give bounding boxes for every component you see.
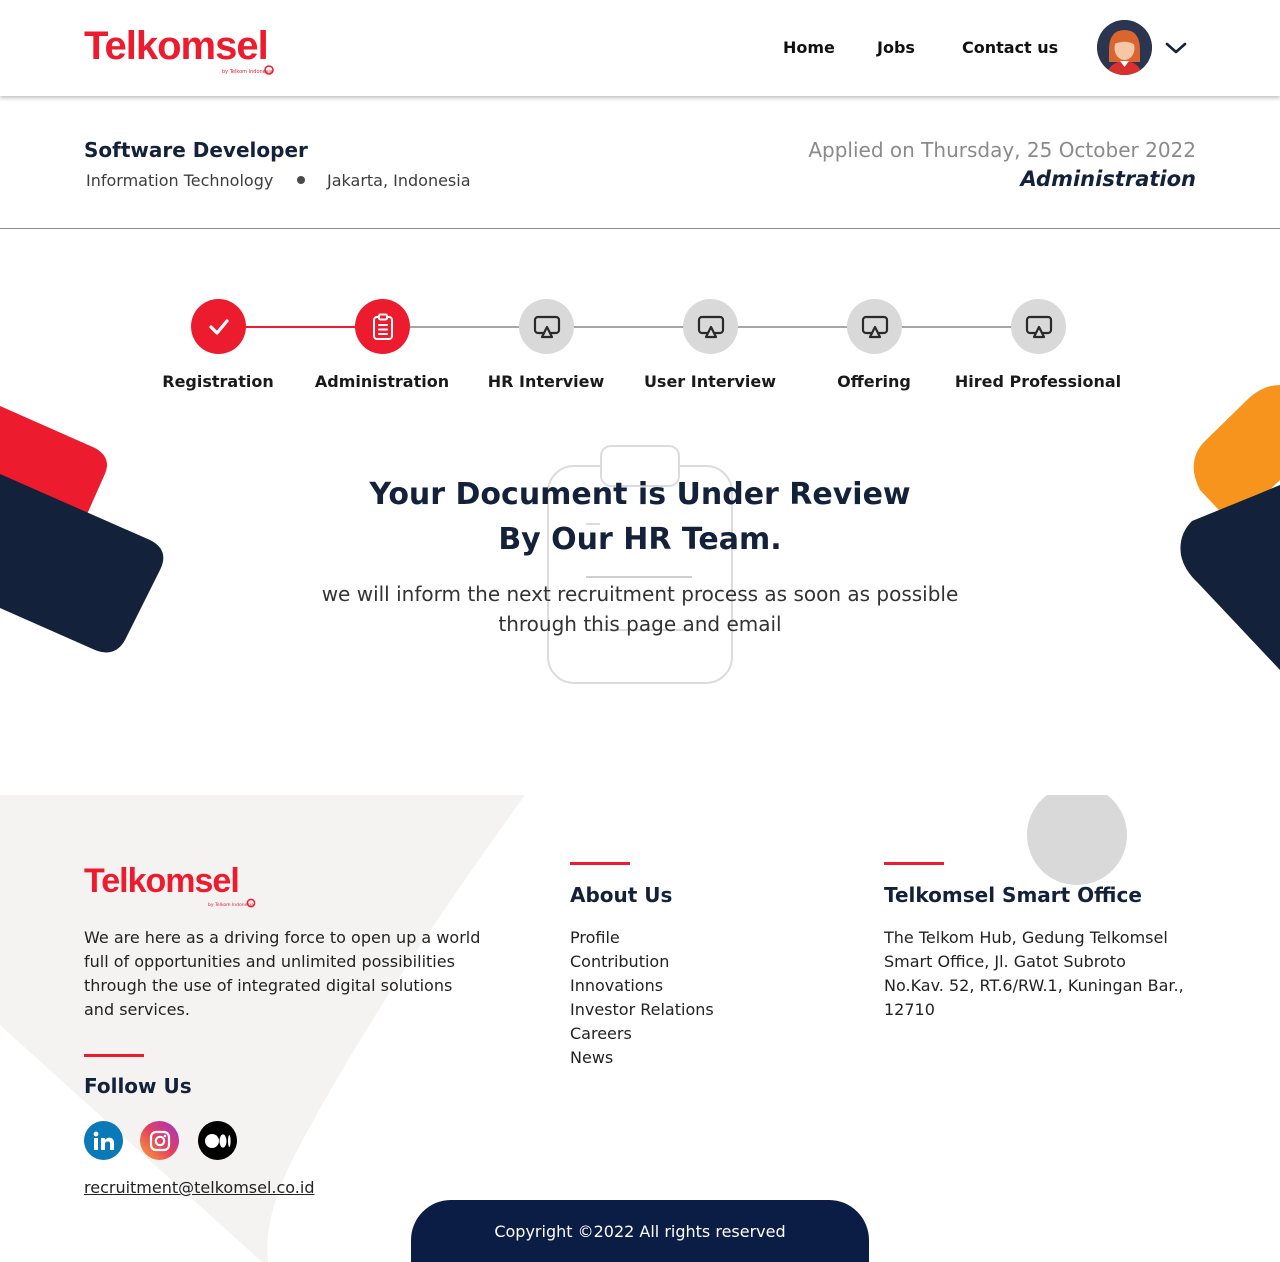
review-message-title-line1: Your Document is Under Review bbox=[369, 477, 911, 512]
current-stage: Administration bbox=[1020, 167, 1196, 191]
progress-line-done bbox=[246, 326, 356, 328]
step-label-registration: Registration bbox=[162, 372, 274, 391]
section-divider bbox=[0, 228, 1280, 229]
user-avatar[interactable] bbox=[1097, 20, 1152, 75]
step-user-interview bbox=[683, 299, 738, 354]
screen-cast-icon bbox=[1025, 315, 1052, 338]
step-registration bbox=[191, 299, 246, 354]
top-navigation-bar: Telkomsel by Telkom Indonesia Home Jobs … bbox=[0, 0, 1280, 96]
smart-office-heading: Telkomsel Smart Office bbox=[884, 883, 1142, 907]
footer-link-investor-relations[interactable]: Investor Relations bbox=[570, 1000, 714, 1019]
review-message-body-line2: through this page and email bbox=[498, 612, 782, 636]
step-label-user-interview: User Interview bbox=[643, 372, 777, 391]
about-us-heading: About Us bbox=[570, 883, 673, 907]
clipboard-icon bbox=[372, 313, 393, 340]
footer-logo-wordmark: Telkomsel bbox=[84, 862, 240, 900]
job-title: Software Developer bbox=[84, 138, 308, 162]
linkedin-icon[interactable] bbox=[84, 1121, 123, 1160]
copyright-text: Copyright ©2022 All rights reserved bbox=[494, 1221, 786, 1241]
nav-contact-us[interactable]: Contact us bbox=[962, 38, 1058, 57]
step-label-offering: Offering bbox=[837, 372, 911, 391]
separator-dot bbox=[297, 176, 305, 184]
follow-accent-bar bbox=[84, 1054, 144, 1057]
recruitment-email-link[interactable]: recruitment@telkomsel.co.id bbox=[84, 1178, 314, 1197]
screen-cast-icon bbox=[533, 315, 560, 338]
right-decorative-shapes bbox=[1180, 385, 1280, 670]
footer-link-careers[interactable]: Careers bbox=[570, 1024, 632, 1043]
footer-link-news[interactable]: News bbox=[570, 1048, 613, 1067]
nav-jobs[interactable]: Jobs bbox=[877, 38, 915, 57]
logo-wordmark: Telkomsel bbox=[84, 24, 269, 68]
footer-telkom-indonesia-mark: by Telkom Indonesia bbox=[208, 898, 256, 908]
screen-cast-icon bbox=[697, 315, 724, 338]
follow-us-heading: Follow Us bbox=[84, 1074, 192, 1098]
footer-link-innovations[interactable]: Innovations bbox=[570, 976, 663, 995]
job-department: Information Technology bbox=[86, 171, 274, 190]
smart-office-address: The Telkom Hub, Gedung Telkomsel Smart O… bbox=[884, 928, 1184, 1019]
screen-cast-icon bbox=[861, 315, 888, 338]
copyright-bar: Copyright ©2022 All rights reserved bbox=[411, 1200, 869, 1262]
step-label-hired-professional: Hired Professional bbox=[954, 372, 1122, 391]
step-label-administration: Administration bbox=[314, 372, 450, 391]
chevron-down-icon[interactable] bbox=[1164, 38, 1188, 58]
step-administration bbox=[355, 299, 410, 354]
check-icon bbox=[208, 318, 229, 335]
about-accent-bar bbox=[570, 862, 630, 865]
medium-icon[interactable] bbox=[198, 1121, 237, 1160]
step-hr-interview bbox=[519, 299, 574, 354]
nav-home[interactable]: Home bbox=[783, 38, 835, 57]
footer-description: We are here as a driving force to open u… bbox=[84, 928, 481, 1019]
telkom-indonesia-mark: by Telkom Indonesia bbox=[222, 65, 274, 75]
telkomsel-logo[interactable]: Telkomsel bbox=[84, 24, 269, 68]
footer-link-contribution[interactable]: Contribution bbox=[570, 952, 669, 971]
step-hired-professional bbox=[1011, 299, 1066, 354]
step-label-hr-interview: HR Interview bbox=[487, 372, 605, 391]
review-message-body-line1: we will inform the next recruitment proc… bbox=[321, 582, 959, 606]
review-message-title-line2: By Our HR Team. bbox=[498, 522, 782, 557]
office-accent-bar bbox=[884, 862, 944, 865]
left-decorative-shapes bbox=[0, 406, 164, 653]
footer-telkomsel-logo[interactable]: Telkomsel bbox=[84, 862, 240, 900]
step-offering bbox=[847, 299, 902, 354]
footer-link-profile[interactable]: Profile bbox=[570, 928, 620, 947]
applied-date: Applied on Thursday, 25 October 2022 bbox=[808, 138, 1196, 162]
job-location: Jakarta, Indonesia bbox=[327, 171, 471, 190]
instagram-icon[interactable] bbox=[140, 1121, 179, 1160]
